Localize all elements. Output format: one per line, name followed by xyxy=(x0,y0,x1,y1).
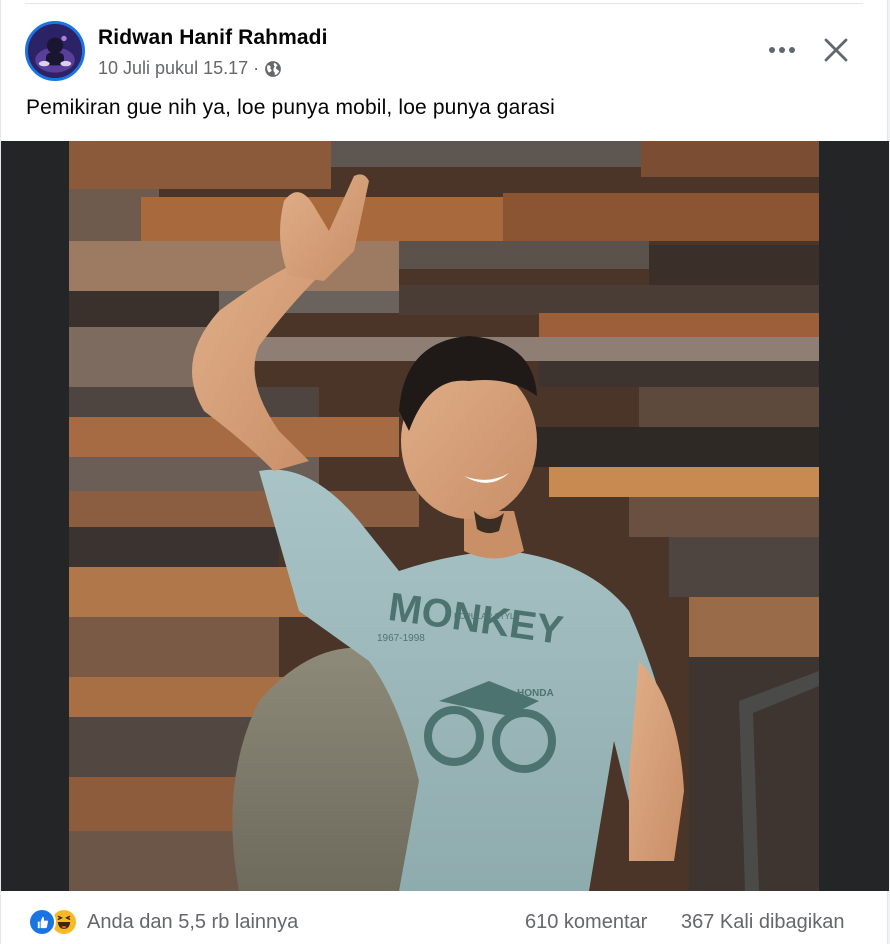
photo-image: MONKEY POPULAR STYLE 1967-1998 HONDA xyxy=(69,141,819,891)
more-options-icon xyxy=(769,47,795,53)
post-photo[interactable]: MONKEY POPULAR STYLE 1967-1998 HONDA xyxy=(69,141,819,891)
close-icon xyxy=(824,38,848,62)
svg-text:1967-1998: 1967-1998 xyxy=(377,633,425,644)
post-text: Pemikiran gue nih ya, loe punya mobil, l… xyxy=(26,96,555,119)
more-options-button[interactable] xyxy=(761,32,803,68)
post-card: Ridwan Hanif Rahmadi 10 Juli pukul 15.17… xyxy=(0,0,889,944)
comments-count[interactable]: 610 komentar xyxy=(525,911,647,934)
post-meta: 10 Juli pukul 15.17 · xyxy=(98,58,282,79)
reactions-text: Anda dan 5,5 rb lainnya xyxy=(87,910,299,933)
svg-text:POPULAR STYLE: POPULAR STYLE xyxy=(454,612,520,621)
photo-container: MONKEY POPULAR STYLE 1967-1998 HONDA xyxy=(1,141,889,891)
like-icon xyxy=(28,908,56,936)
post-footer: Anda dan 5,5 rb lainnya 610 komentar 367… xyxy=(1,891,889,944)
close-button[interactable] xyxy=(815,30,857,70)
author-name[interactable]: Ridwan Hanif Rahmadi xyxy=(98,26,328,50)
reactions-summary[interactable]: Anda dan 5,5 rb lainnya xyxy=(28,908,298,936)
avatar-image xyxy=(28,24,82,78)
globe-icon[interactable] xyxy=(264,60,282,78)
avatar[interactable] xyxy=(25,21,85,81)
post-date[interactable]: 10 Juli pukul 15.17 xyxy=(98,58,248,79)
meta-separator: · xyxy=(253,58,260,78)
shares-count[interactable]: 367 Kali dibagikan xyxy=(681,911,844,934)
divider xyxy=(25,3,863,4)
